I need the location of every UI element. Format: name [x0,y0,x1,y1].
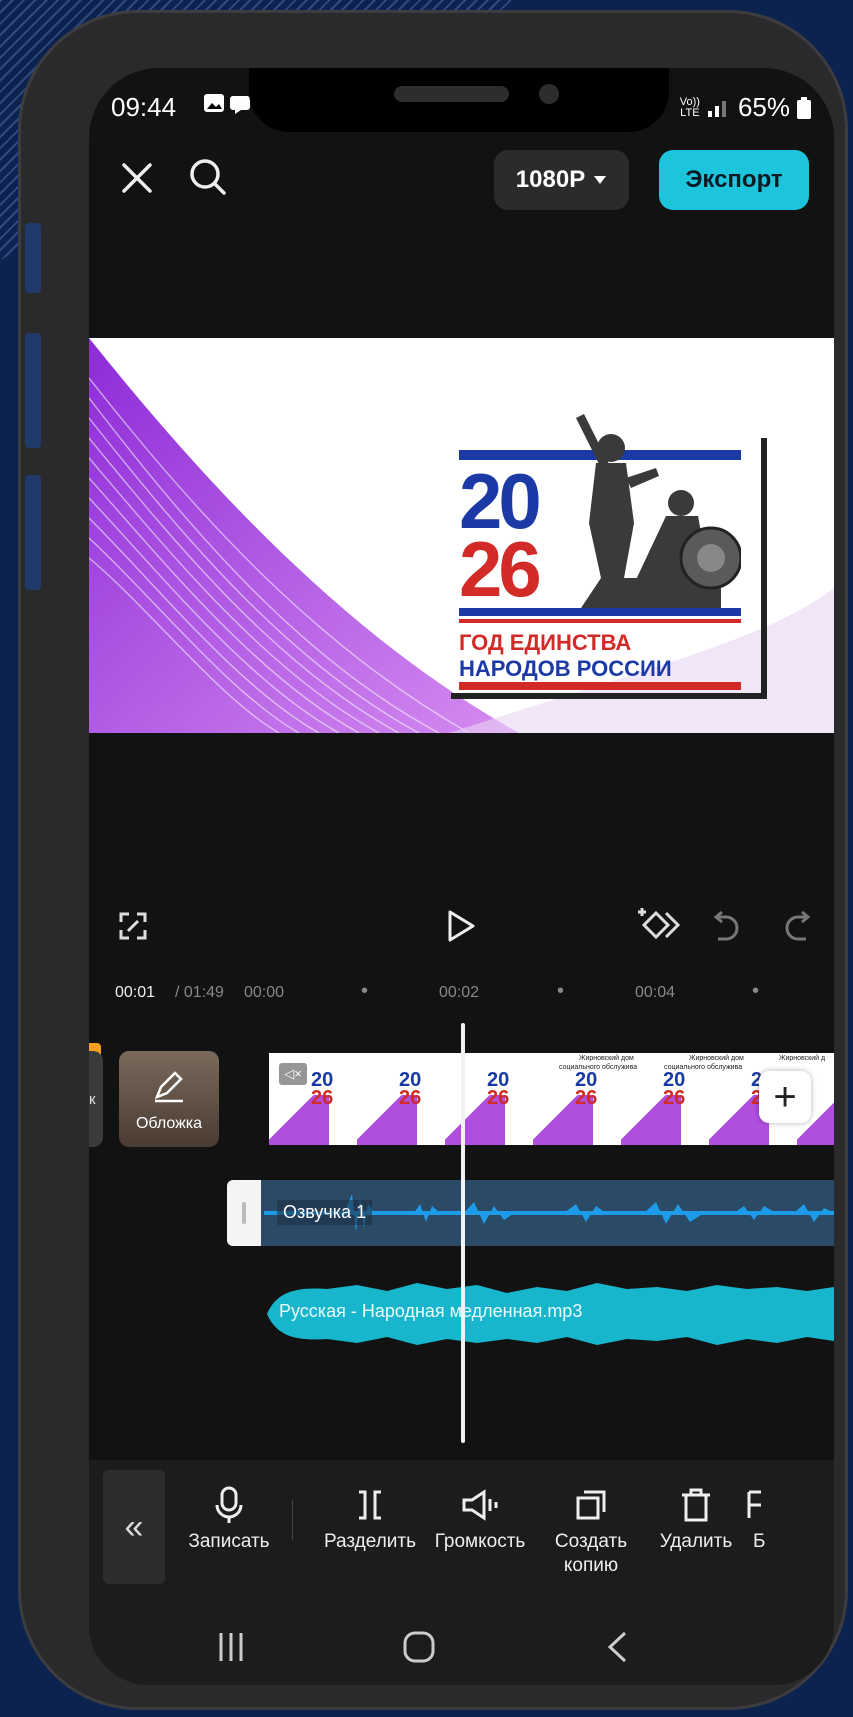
split-label: Разделить [323,1531,416,1552]
home-icon[interactable] [389,1622,449,1672]
edit-toolbar: « Записать Разделить Громкость Создать к… [89,1460,834,1610]
phone-side-button [25,333,41,448]
status-time: 09:44 [111,92,177,122]
playback-controls [89,896,834,956]
tick-dot: • [557,980,565,1002]
android-navbar [89,1610,834,1685]
undo-icon[interactable] [709,906,745,946]
toolbar-separator [292,1500,293,1540]
clip-caption: Жирновский дом [689,1055,744,1062]
battery-icon [797,96,811,119]
partial-tool-button[interactable]: Б [739,1480,834,1554]
logo-line-2: НАРОДОВ РОССИИ [459,656,672,681]
export-button[interactable]: Экспорт [659,150,809,210]
clip-caption: Жирновский дом [579,1055,634,1062]
partial-label: Б [753,1531,766,1552]
partial-track-item[interactable]: к [89,1051,103,1147]
lte-indicator: Vo)) LTE [679,95,700,119]
monument-sculpture-image [576,414,741,608]
cover-button[interactable]: Обложка [119,1051,219,1147]
duplicate-button[interactable]: Создать копию [536,1480,646,1578]
phone-frame: 09:44 Vo)) LTE 65% 1080P Экспорт 20 26 Г… [18,10,848,1710]
tick-label: 00:00 [244,984,285,1001]
collapse-toolbar-button[interactable]: « [103,1470,165,1584]
close-icon[interactable] [117,158,157,198]
add-clip-button[interactable]: + [759,1071,811,1123]
logo-year-bottom: 26 [459,525,542,613]
caret-down-icon [594,176,607,184]
delete-button[interactable]: Удалить [641,1480,751,1554]
signal-icon [707,100,726,117]
year-of-unity-logo: 20 26 ГОД ЕДИНСТВА НАРОДОВ РОССИИ [451,414,767,699]
clip-thumbnail: 2026 [445,1053,533,1145]
video-preview[interactable]: 20 26 ГОД ЕДИНСТВА НАРОДОВ РОССИИ [89,338,834,733]
tick-label: 00:04 [635,984,676,1001]
camera-notch [249,68,669,132]
volume-button[interactable]: Громкость [425,1480,535,1554]
total-time: / 01:49 [175,984,224,1001]
music-track[interactable]: Русская - Народная медленная.mp3 [267,1281,834,1347]
back-icon[interactable] [587,1622,647,1672]
cover-label: Обложка [135,1115,203,1132]
partial-icon [739,1480,834,1530]
app-screen: 09:44 Vo)) LTE 65% 1080P Экспорт 20 26 Г… [89,68,834,1685]
duplicate-label: Создать копию [554,1531,628,1576]
music-label: Русская - Народная медленная.mp3 [279,1301,583,1321]
tick-dot: • [361,980,369,1002]
search-icon[interactable] [187,156,229,198]
clip-caption: Жирновский д [779,1055,826,1062]
mute-clip-icon[interactable]: ◁× [279,1063,307,1085]
volume-label: Громкость [434,1531,526,1552]
record-label: Записать [188,1531,270,1552]
play-icon[interactable] [439,904,483,948]
status-right: Vo)) LTE 65% [680,92,812,123]
voiceover-label: Озвучка 1 [277,1200,373,1225]
battery-percent: 65% [737,92,790,122]
tick-dot: • [752,980,760,1002]
playhead[interactable] [461,1023,465,1443]
split-button[interactable]: Разделить [315,1480,425,1554]
trash-icon [641,1480,751,1530]
volume-icon [425,1480,535,1530]
clip-thumbnail: 2026 [357,1053,445,1145]
track-trim-handle[interactable] [227,1180,261,1246]
keyframe-add-icon[interactable] [635,902,681,948]
fullscreen-icon[interactable] [113,906,153,946]
editor-topbar: 1080P Экспорт [89,140,834,210]
split-icon [315,1480,425,1530]
phone-side-button [25,475,41,590]
resolution-dropdown[interactable]: 1080P [494,150,629,210]
edit-pencil-icon [154,1071,183,1103]
delete-label: Удалить [659,1531,733,1552]
record-button[interactable]: Записать [174,1480,284,1554]
microphone-icon [174,1480,284,1530]
redo-icon[interactable] [779,906,815,946]
clip-caption: социального обслужива [664,1064,743,1071]
phone-side-button [25,223,41,293]
clip-caption: социального обслужива [559,1064,638,1071]
timeline-ruler: 00:01 / 01:49 00:00 • 00:02 • 00:04 • [89,976,834,1016]
current-time: 00:01 [115,984,156,1001]
tick-label: 00:02 [439,984,480,1001]
video-track[interactable]: 2026 2026 2026 2026 2026 2026 2026 Жирно… [269,1053,834,1145]
voiceover-track[interactable]: Озвучка 1 [227,1180,834,1246]
resolution-value: 1080P [515,166,586,193]
gallery-icon [203,92,253,122]
recent-apps-icon[interactable] [201,1622,261,1672]
duplicate-icon [536,1480,646,1530]
